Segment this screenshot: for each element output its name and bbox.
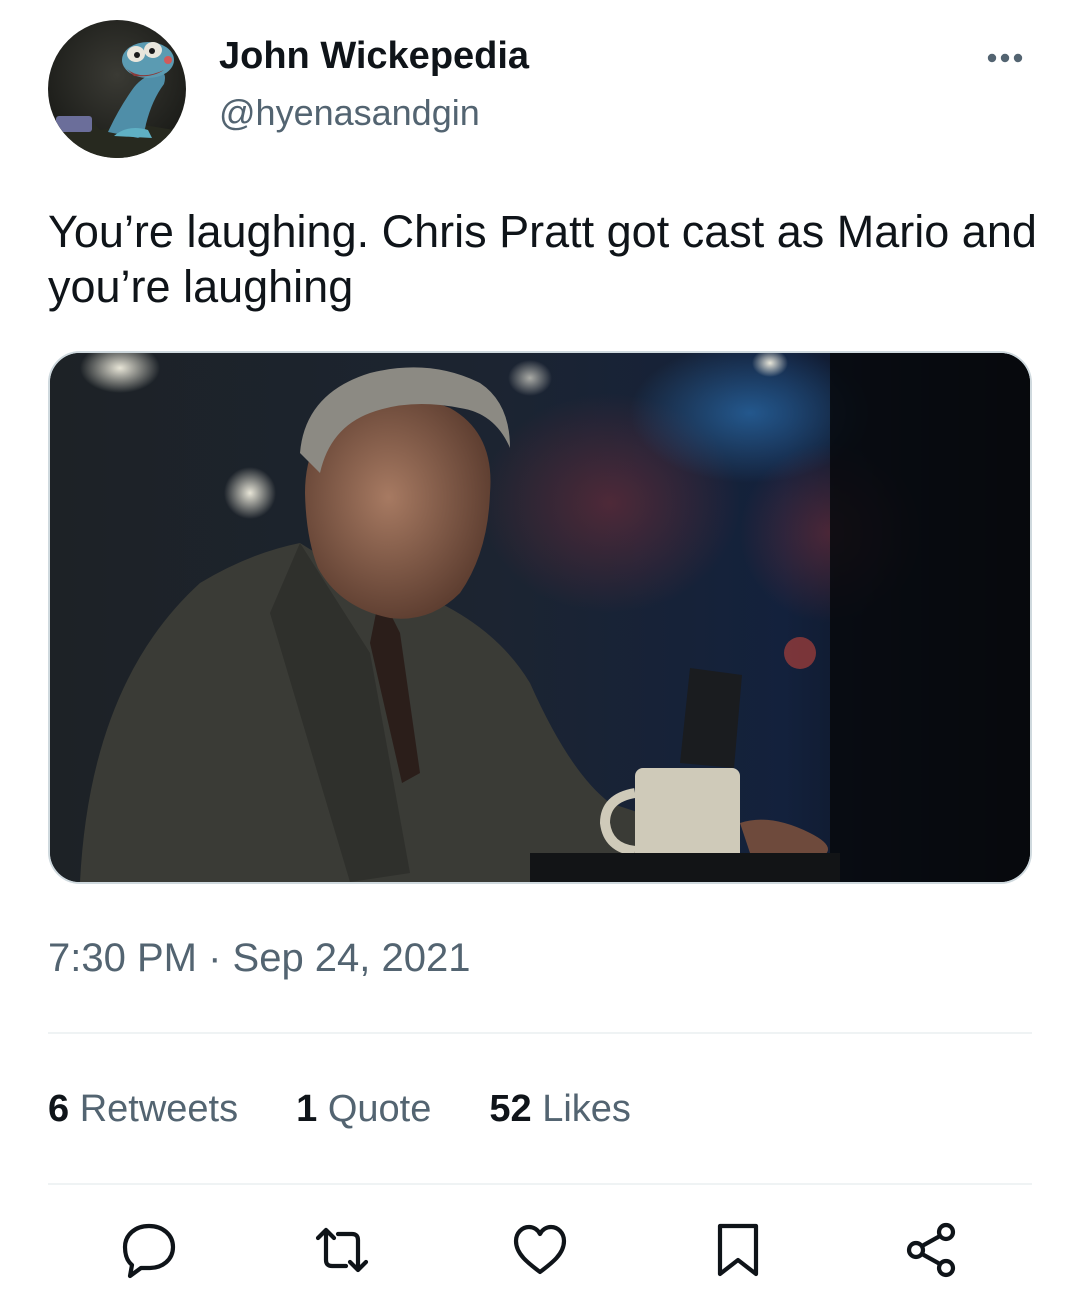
more-dots-icon — [987, 53, 1023, 63]
bookmark-icon — [717, 1223, 759, 1277]
reply-button[interactable] — [117, 1218, 181, 1282]
likes-label: Likes — [542, 1088, 631, 1130]
retweet-icon — [315, 1227, 369, 1273]
tweet-media-image[interactable] — [48, 351, 1032, 884]
bookmark-button[interactable] — [706, 1218, 770, 1282]
engagement-stats: 6 Retweets 1 Quote 52 Likes — [48, 1084, 689, 1134]
cartoon-dog-avatar-image — [48, 20, 186, 158]
share-icon — [906, 1222, 956, 1278]
quotes-stat[interactable]: 1 Quote — [296, 1084, 431, 1134]
quotes-label: Quote — [327, 1088, 432, 1130]
author-display-name[interactable]: John Wickepedia — [219, 32, 529, 80]
reply-icon — [122, 1223, 176, 1279]
retweets-count: 6 — [48, 1088, 70, 1130]
share-button[interactable] — [900, 1218, 964, 1282]
tweet-text: You’re laughing. Chris Pratt got cast as… — [48, 206, 1037, 312]
tweet-timestamp[interactable]: 7:30 PM · Sep 24, 2021 — [48, 933, 471, 983]
retweet-button[interactable] — [310, 1218, 374, 1282]
likes-count: 52 — [489, 1088, 532, 1130]
author-avatar[interactable] — [48, 20, 186, 158]
retweets-stat[interactable]: 6 Retweets — [48, 1084, 238, 1134]
likes-stat[interactable]: 52 Likes — [489, 1084, 631, 1134]
quotes-count: 1 — [296, 1088, 318, 1130]
more-options-button[interactable] — [970, 30, 1040, 86]
movie-still-image — [50, 353, 1030, 882]
like-button[interactable] — [508, 1218, 572, 1282]
divider — [48, 1032, 1032, 1034]
heart-icon — [513, 1224, 567, 1275]
divider — [48, 1183, 1032, 1185]
retweets-label: Retweets — [79, 1088, 239, 1130]
author-handle[interactable]: @hyenasandgin — [219, 90, 480, 136]
